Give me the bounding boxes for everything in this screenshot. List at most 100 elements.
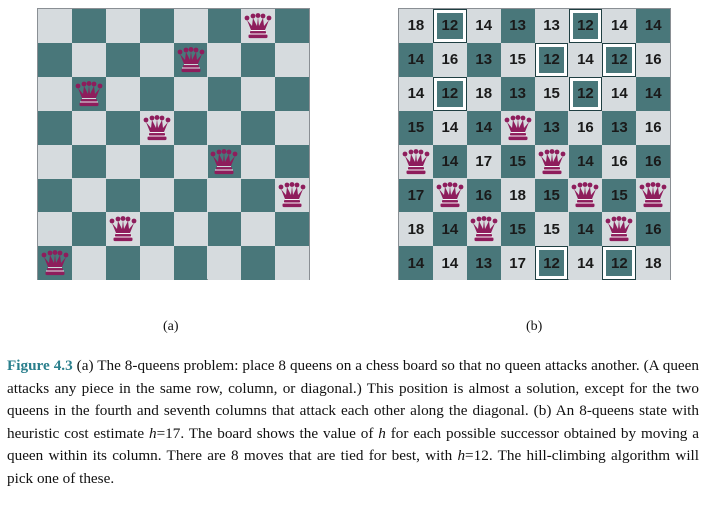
queen-square [105,212,140,247]
heuristic-cell: 14 [568,246,603,281]
figure-caption: Figure 4.3 (a) The 8-queens problem: pla… [7,355,699,490]
queen-square [399,144,433,179]
heuristic-value: 16 [610,153,628,171]
heuristic-value: 16 [644,153,662,171]
board-square [38,9,72,43]
heuristic-value: 12 [543,51,560,69]
heuristic-value: 13 [543,119,560,137]
queen-square [568,178,603,213]
heuristic-value: 14 [441,254,459,272]
heuristic-cell: 14 [568,144,603,179]
heuristic-cell: 16 [636,42,671,77]
heuristic-cell: 14 [432,110,467,145]
board-square [207,246,242,281]
best-move-highlight: 12 [534,42,569,77]
chessboard-a [37,8,310,281]
heuristic-cell: 16 [602,144,637,179]
heuristic-cell: 14 [466,110,501,145]
board-square [173,212,208,247]
heuristic-value: 14 [407,51,425,69]
heuristic-cell: 14 [399,246,433,281]
queen-icon [504,114,532,140]
heuristic-value: 16 [644,220,662,238]
heuristic-cell: 14 [399,42,433,77]
heuristic-cell: 14 [432,144,467,179]
board-square [275,76,310,111]
subfigure-label-a: (a) [163,319,179,334]
queen-icon [109,216,137,242]
heuristic-value: 15 [407,119,425,137]
board-square [139,42,174,77]
best-move-cell: 12 [432,76,467,111]
queen-square [602,212,637,247]
board-square [275,9,310,43]
queen-square [139,110,174,145]
board-square [207,42,242,77]
queen-icon [211,148,238,174]
heuristic-value: 13 [475,51,493,69]
heuristic-cell: 13 [500,9,535,43]
board-square [38,144,72,179]
heuristic-cell: 16 [466,178,501,213]
heuristic-cell: 14 [636,76,671,111]
heuristic-cell: 14 [602,76,637,111]
heuristic-cell: 16 [432,42,467,77]
queen-icon [41,250,69,276]
board-square [38,212,72,247]
board-square [173,76,208,111]
heuristic-value: 18 [407,220,425,238]
heuristic-value: 15 [543,220,560,238]
board-square [241,246,276,281]
best-move-highlight: 12 [568,76,603,111]
heuristic-cell: 14 [432,212,467,247]
board-square [207,110,242,145]
best-move-cell: 12 [568,9,603,43]
board-square [105,246,140,281]
heuristic-value: 15 [509,220,526,238]
best-move-highlight: 12 [568,9,603,43]
heuristic-value: 16 [644,119,662,137]
heuristic-value: 13 [543,17,560,35]
heuristic-value: 14 [577,51,594,69]
board-square [105,76,140,111]
best-move-highlight: 12 [602,42,637,77]
heuristic-cell: 18 [466,76,501,111]
best-move-highlight: 12 [534,246,569,281]
best-move-cell: 12 [432,9,467,43]
heuristic-cell: 14 [568,212,603,247]
heuristic-value: 12 [577,85,594,103]
heuristic-value: 15 [509,51,526,69]
board-square [105,110,140,145]
heuristic-value: 14 [577,153,594,171]
queen-icon [278,182,306,208]
heuristic-cell: 15 [602,178,637,213]
heuristic-cell: 13 [500,76,535,111]
heuristic-cell: 15 [500,212,535,247]
board-square [139,178,174,213]
heuristic-cell: 18 [399,9,433,43]
heuristic-value: 17 [407,186,425,204]
caption-text-2: . The board shows the value of [180,424,379,442]
heuristic-value: 14 [441,220,459,238]
heuristic-value: 12 [610,254,628,272]
heuristic-value: 16 [441,51,459,69]
heuristic-cell: 14 [399,76,433,111]
best-move-cell: 12 [534,246,569,281]
heuristic-cell: 16 [568,110,603,145]
heuristic-cell: 18 [500,178,535,213]
heuristic-cell: 13 [466,42,501,77]
heuristic-value: 18 [475,85,493,103]
board-square [71,9,106,43]
heuristic-value: 14 [475,17,493,35]
heuristic-value: 15 [543,186,560,204]
heuristic-cell: 16 [636,212,671,247]
heuristic-cell: 18 [636,246,671,281]
math-h: h [149,424,157,442]
board-square [207,9,242,43]
heuristic-value: 14 [441,119,459,137]
queen-icon [402,148,430,174]
board-square [275,110,310,145]
heuristic-value: 14 [644,85,662,103]
board-square [207,212,242,247]
board-square [139,144,174,179]
